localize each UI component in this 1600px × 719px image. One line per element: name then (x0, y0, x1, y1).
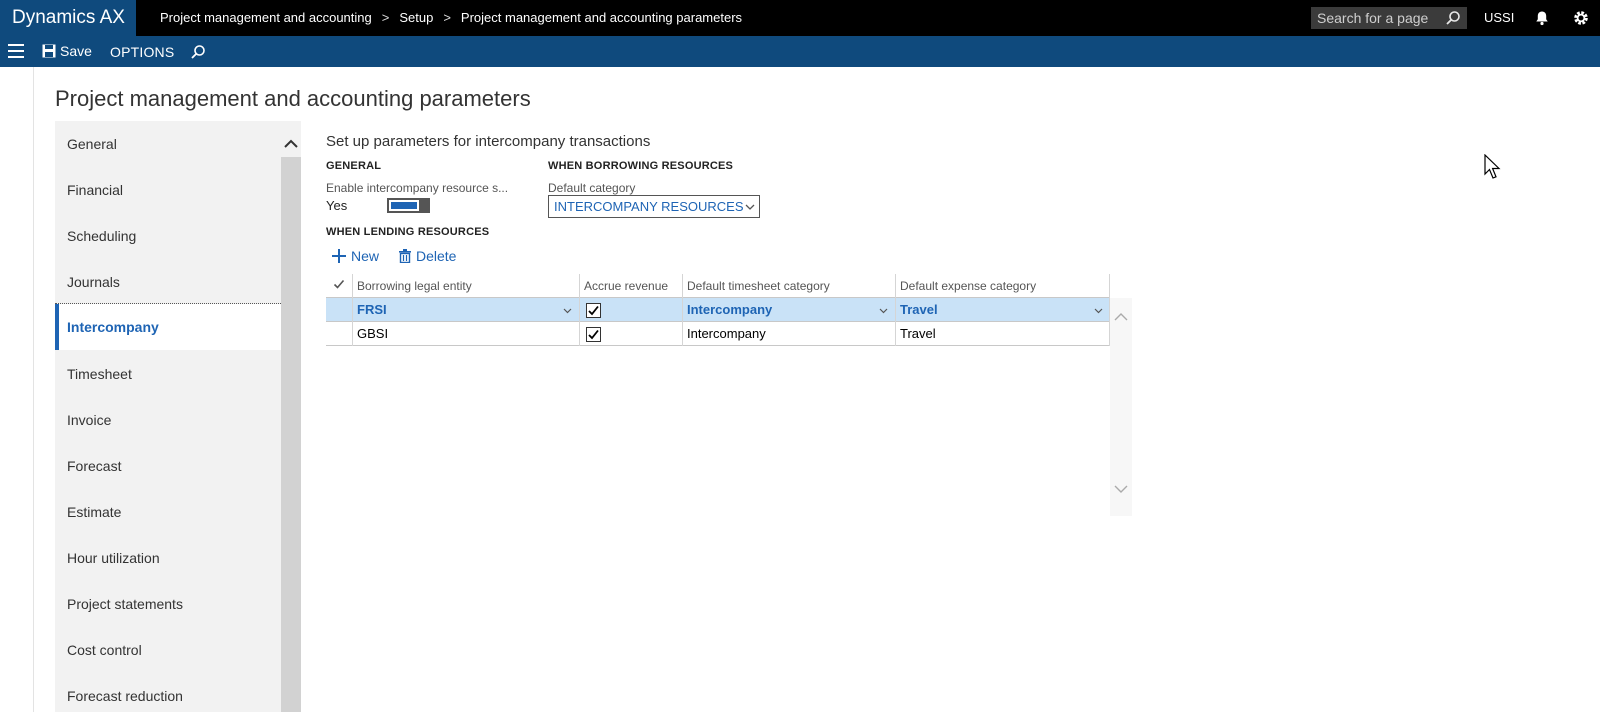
nav-item-journals[interactable]: Journals (55, 259, 281, 305)
column-divider (895, 274, 896, 346)
default-category-select[interactable]: INTERCOMPANY RESOURCES (548, 195, 760, 218)
top-bar: Dynamics AX Project management and accou… (0, 0, 1600, 36)
save-button[interactable]: Save (42, 36, 92, 67)
borrowing-heading: WHEN BORROWING RESOURCES (548, 160, 734, 172)
row-entity[interactable]: GBSI (352, 322, 579, 346)
breadcrumb-separator: > (443, 10, 451, 25)
default-category-label: Default category (548, 181, 636, 195)
general-heading: GENERAL (326, 160, 382, 172)
column-header-expense-category[interactable]: Default expense category (895, 274, 1110, 298)
notification-bell-icon[interactable] (1534, 10, 1550, 26)
save-label: Save (60, 43, 92, 59)
breadcrumb-item[interactable]: Setup (399, 10, 433, 25)
left-gutter (0, 67, 34, 712)
nav-item-project-statements[interactable]: Project statements (55, 581, 281, 627)
row-timesheet-category[interactable]: Intercompany (682, 298, 895, 322)
column-divider (579, 274, 580, 346)
chevron-up-icon[interactable] (1114, 312, 1128, 322)
nav-item-forecast-reduction[interactable]: Forecast reduction (55, 673, 281, 719)
app-brand[interactable]: Dynamics AX (0, 0, 136, 36)
column-divider (352, 274, 353, 346)
search-placeholder: Search for a page (1317, 10, 1429, 26)
nav-item-general[interactable]: General (55, 121, 281, 167)
column-divider (682, 274, 683, 346)
chevron-down-icon (745, 204, 755, 210)
trash-icon (399, 249, 411, 264)
enable-intercompany-value: Yes (326, 198, 348, 213)
checkmark-icon (588, 329, 599, 340)
row-expense-category[interactable]: Travel (895, 322, 1110, 346)
find-icon[interactable] (190, 44, 206, 60)
nav-item-estimate[interactable]: Estimate (55, 489, 281, 535)
navigation-menu-icon[interactable] (8, 44, 24, 58)
section-subtitle: Set up parameters for intercompany trans… (326, 133, 651, 150)
chevron-down-icon[interactable] (563, 306, 572, 315)
company-selector[interactable]: USSI (1484, 0, 1514, 36)
page-title: Project management and accounting parame… (55, 86, 531, 111)
nav-item-financial[interactable]: Financial (55, 167, 281, 213)
chevron-down-icon[interactable] (1114, 484, 1128, 494)
row-entity[interactable]: FRSI (352, 298, 579, 322)
toggle-knob (389, 200, 419, 211)
row-timesheet-category[interactable]: Intercompany (682, 322, 895, 346)
default-category-value: INTERCOMPANY RESOURCES (554, 199, 744, 214)
chevron-down-icon[interactable] (879, 306, 888, 315)
lending-heading: WHEN LENDING RESOURCES (326, 226, 490, 238)
nav-item-invoice[interactable]: Invoice (55, 397, 281, 443)
delete-button[interactable]: Delete (399, 246, 456, 266)
new-label: New (351, 248, 380, 264)
breadcrumb-separator: > (381, 10, 390, 25)
nav-item-intercompany[interactable]: Intercompany (55, 304, 281, 350)
search-input[interactable]: Search for a page (1311, 7, 1467, 29)
action-bar: Save OPTIONS (0, 36, 1600, 67)
new-button[interactable]: New (332, 246, 379, 266)
accrue-revenue-checkbox[interactable] (586, 327, 601, 342)
column-header-accrue-revenue[interactable]: Accrue revenue (579, 274, 682, 298)
parameters-nav: General Financial Scheduling Journals In… (55, 121, 281, 712)
enable-intercompany-label: Enable intercompany resource s... (326, 181, 509, 195)
breadcrumb-item[interactable]: Project management and accounting parame… (461, 10, 742, 25)
settings-gear-icon[interactable] (1572, 9, 1590, 27)
table-row[interactable]: FRSI Intercompany Travel (326, 298, 1110, 322)
row-expense-category[interactable]: Travel (895, 298, 1110, 322)
nav-item-timesheet[interactable]: Timesheet (55, 351, 281, 397)
breadcrumb: Project management and accounting > Setup >… (160, 0, 742, 36)
nav-item-scheduling[interactable]: Scheduling (55, 213, 281, 259)
nav-item-cost-control[interactable]: Cost control (55, 627, 281, 673)
mouse-cursor-icon (1484, 154, 1501, 179)
chevron-down-icon[interactable] (1094, 306, 1103, 315)
nav-item-hour-utilization[interactable]: Hour utilization (55, 535, 281, 581)
select-all-checkmark-icon[interactable] (326, 274, 352, 298)
nav-scrollbar[interactable] (281, 121, 301, 712)
table-row[interactable]: GBSI Intercompany Travel (326, 322, 1110, 346)
search-icon[interactable] (1445, 10, 1461, 26)
accrue-revenue-checkbox[interactable] (586, 303, 601, 318)
save-icon (42, 44, 56, 58)
breadcrumb-item[interactable]: Project management and accounting (160, 10, 372, 25)
grid-header: Borrowing legal entity Accrue revenue De… (326, 274, 1110, 298)
chevron-up-icon (284, 139, 298, 148)
nav-item-forecast[interactable]: Forecast (55, 443, 281, 489)
checkmark-icon (588, 305, 599, 316)
column-header-timesheet-category[interactable]: Default timesheet category (682, 274, 895, 298)
nav-scroll-up-button[interactable] (281, 121, 301, 157)
plus-icon (332, 249, 346, 263)
options-tab[interactable]: OPTIONS (110, 36, 174, 67)
grid-scrollbar[interactable] (1110, 298, 1132, 516)
enable-intercompany-toggle[interactable] (387, 198, 430, 213)
column-header-borrowing-entity[interactable]: Borrowing legal entity (352, 274, 579, 298)
delete-label: Delete (416, 248, 457, 264)
